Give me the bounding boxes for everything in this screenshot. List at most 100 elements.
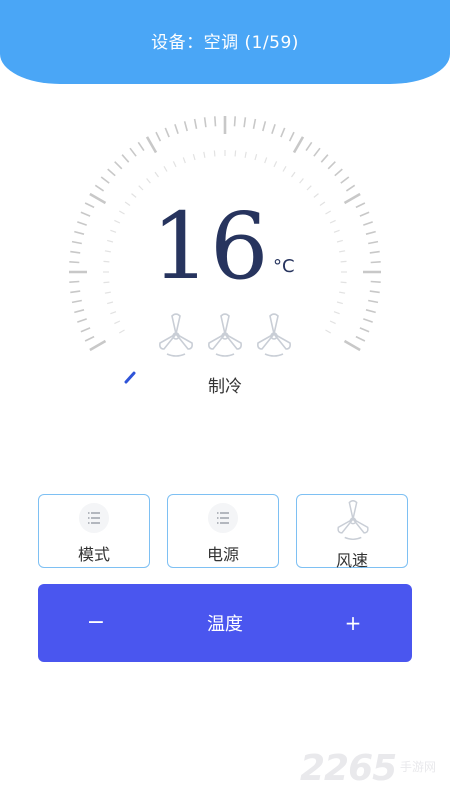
dial-tick <box>271 124 276 134</box>
dial-tick <box>363 221 373 226</box>
dial-tick <box>313 147 321 157</box>
dial-inner-tick <box>131 193 137 198</box>
dial-inner-tick <box>234 150 237 157</box>
dial-tick <box>334 168 343 177</box>
dial-inner-tick <box>203 151 206 158</box>
dial-tick <box>252 118 257 129</box>
dial-inner-tick <box>264 157 268 164</box>
dial-tick <box>355 335 366 342</box>
dial-tick <box>370 280 381 283</box>
dial-tick <box>77 318 87 323</box>
dial-tick <box>343 339 361 352</box>
dial-tick <box>70 290 81 294</box>
dial-tick <box>368 240 379 245</box>
dial-inner-tick <box>273 161 278 168</box>
dial-inner-tick <box>172 161 177 168</box>
dial-pointer[interactable] <box>124 371 136 384</box>
dial-tick <box>71 299 82 304</box>
fan-speed-button[interactable]: 风速 <box>296 494 408 570</box>
dial-inner-tick <box>104 291 111 294</box>
dial-inner-tick <box>325 210 331 215</box>
fan-icon <box>337 499 369 541</box>
dial-inner-tick <box>103 260 110 263</box>
dial-tick <box>183 121 188 132</box>
app-header: 设备：空调 (1/59) <box>0 0 450 84</box>
dial-inner-tick <box>333 311 340 315</box>
dial-tick <box>74 230 85 235</box>
dial-inner-tick <box>119 210 125 215</box>
dial-tick <box>262 121 267 132</box>
dial-tick <box>70 250 81 254</box>
dial-tick <box>320 154 329 163</box>
dial-tick <box>288 131 295 142</box>
dial-tick <box>214 116 217 127</box>
dial-tick <box>74 309 85 314</box>
dial-inner-tick <box>110 311 117 315</box>
dial-inner-tick <box>244 151 247 158</box>
dial-tick <box>84 335 95 342</box>
dial-tick <box>233 116 236 127</box>
dial-tick <box>365 230 376 235</box>
dial-tick <box>368 299 379 304</box>
dial-tick <box>80 211 91 217</box>
dial-inner-tick <box>313 193 319 198</box>
dial-tick <box>137 141 145 152</box>
dial-inner-tick <box>339 250 346 253</box>
dial-inner-tick <box>103 281 110 284</box>
dial-tick <box>370 261 381 264</box>
dial-tick <box>80 327 91 333</box>
dial-tick <box>203 117 207 128</box>
dial-tick <box>280 127 286 138</box>
power-button-label: 电源 <box>206 545 239 564</box>
decrease-temperature-button[interactable]: − <box>82 608 110 638</box>
fan-speed-indicator <box>150 310 300 360</box>
dial-tick <box>345 184 356 192</box>
dial-inner-tick <box>340 281 347 284</box>
dial-inner-tick <box>107 301 114 305</box>
dial-tick <box>174 124 179 134</box>
dial-tick <box>340 176 350 184</box>
dial-inner-tick <box>107 239 114 243</box>
dial-tick <box>69 261 80 264</box>
dial-tick <box>155 131 162 142</box>
dial-tick <box>89 339 107 352</box>
dial-inner-tick <box>154 171 159 178</box>
dial-inner-tick <box>213 150 216 157</box>
dial-tick <box>292 136 305 154</box>
dial-tick <box>71 240 82 245</box>
dial-tick <box>164 127 170 138</box>
dial-tick <box>129 147 137 157</box>
device-title: 设备：空调 (1/59) <box>151 33 299 53</box>
dial-tick <box>363 318 373 323</box>
dial-inner-tick <box>306 185 312 191</box>
dial-tick <box>94 184 105 192</box>
dial-inner-tick <box>114 320 121 325</box>
dial-inner-tick <box>325 329 331 334</box>
dial-inner-tick <box>119 329 125 334</box>
dial-inner-tick <box>319 201 326 206</box>
list-icon <box>79 503 109 533</box>
dial-inner-tick <box>336 301 343 305</box>
fan-icon <box>208 313 242 357</box>
dial-tick <box>121 154 130 163</box>
dial-inner-tick <box>110 229 117 233</box>
temperature-unit: °C <box>273 256 295 277</box>
mode-button[interactable]: 模式 <box>38 494 150 568</box>
dial-inner-tick <box>340 260 347 263</box>
dial-tick <box>369 250 380 254</box>
dial-inner-tick <box>124 201 131 206</box>
dial-inner-tick <box>163 166 168 172</box>
dial-inner-tick <box>192 154 196 161</box>
dial-tick <box>365 309 376 314</box>
watermark-number: 2265 <box>300 748 397 789</box>
dial-inner-tick <box>282 166 287 172</box>
dial-inner-tick <box>299 178 304 184</box>
power-button[interactable]: 电源 <box>167 494 279 568</box>
fan-icon <box>159 313 193 357</box>
dial-tick <box>305 141 313 152</box>
dial-tick <box>343 192 361 205</box>
increase-temperature-button[interactable]: + <box>338 608 368 638</box>
dial-tick <box>107 168 116 177</box>
dial-tick <box>193 118 198 129</box>
temperature-value: 16 <box>151 193 269 300</box>
